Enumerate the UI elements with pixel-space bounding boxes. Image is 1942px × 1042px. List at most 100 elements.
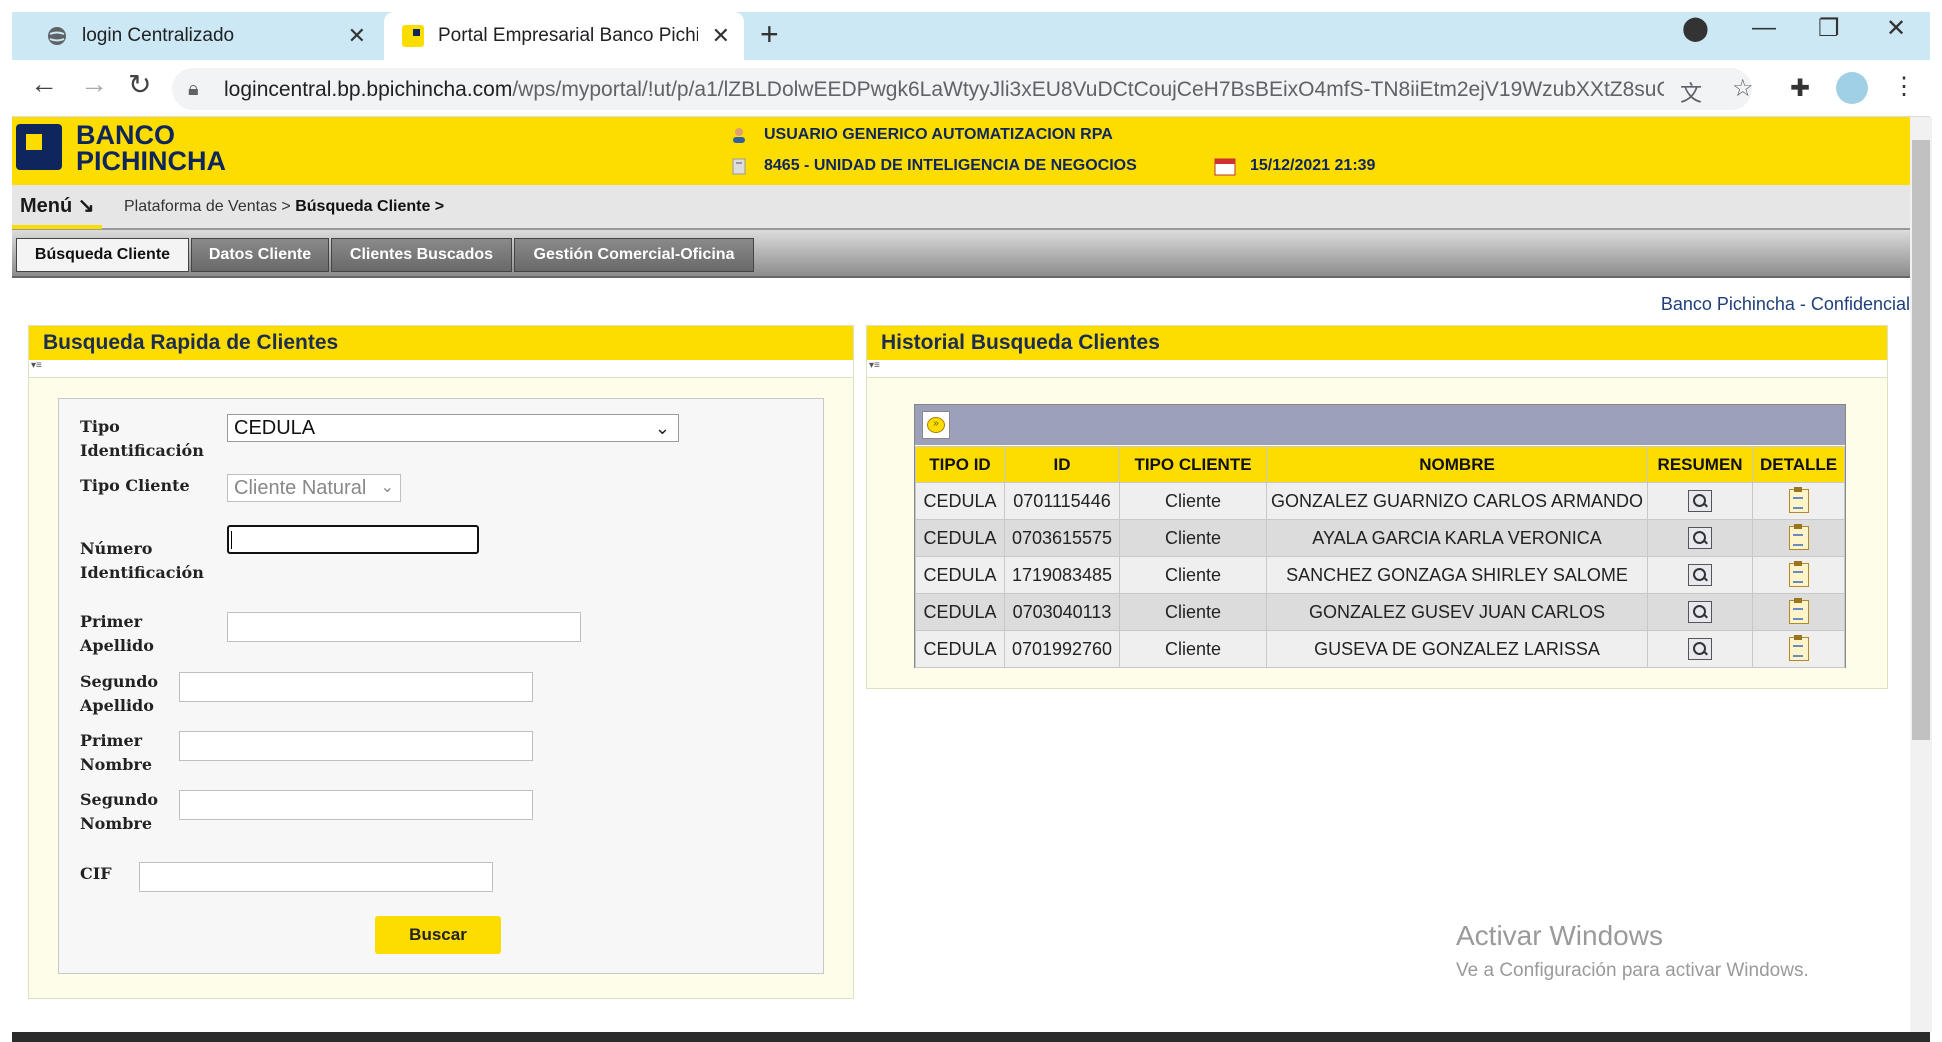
cell-tipo-cliente: Cliente <box>1119 630 1267 668</box>
url-text[interactable]: logincentral.bp.bpichincha.com/wps/mypor… <box>224 78 1664 102</box>
col-detalle: DETALLE <box>1752 446 1845 483</box>
session-datetime: 15/12/2021 21:39 <box>1250 157 1376 174</box>
bank-logo-text: BANCO PICHINCHA <box>76 120 227 176</box>
history-table-toolbar <box>915 405 1845 445</box>
magnifier-icon[interactable] <box>1688 490 1713 513</box>
col-tipo-id: TIPO ID <box>915 446 1005 483</box>
office-icon <box>732 158 746 175</box>
cell-nombre: AYALA GARCIA KARLA VERONICA <box>1265 519 1649 557</box>
buscar-button[interactable]: Buscar <box>375 916 501 954</box>
cell-resumen <box>1647 593 1754 631</box>
globe-icon <box>48 27 66 45</box>
tipo-identificacion-label: Tipo Identificación <box>80 417 204 460</box>
lock-icon[interactable]: 🔒︎ <box>188 78 199 101</box>
segundo-apellido-input[interactable] <box>179 672 533 702</box>
primer-apellido-label: Primer Apellido <box>80 612 154 655</box>
clipboard-icon[interactable] <box>1788 635 1809 661</box>
cif-label: CIF <box>80 864 112 883</box>
bank-logo-icon <box>16 124 62 170</box>
expand-icon[interactable]: » <box>922 411 950 439</box>
minimize-button[interactable]: — <box>1752 14 1776 42</box>
close-window-button[interactable]: ✕ <box>1886 14 1906 43</box>
clipboard-icon[interactable] <box>1788 561 1809 587</box>
magnifier-icon[interactable] <box>1688 527 1713 550</box>
bookmark-star-icon[interactable]: ☆ <box>1732 74 1754 103</box>
cif-input[interactable] <box>139 862 493 892</box>
taskbar <box>12 1032 1930 1042</box>
scrollbar-thumb[interactable] <box>1912 140 1930 740</box>
tab-gestion-comercial[interactable]: Gestión Comercial-Oficina <box>514 238 754 272</box>
collapse-toggle-icon[interactable]: ▾≡ <box>29 360 853 378</box>
breadcrumb: Plataforma de Ventas > Búsqueda Cliente … <box>124 198 445 215</box>
clipboard-icon[interactable] <box>1788 524 1809 550</box>
tipo-cliente-select: Cliente Natural ⌄ <box>227 474 401 502</box>
col-tipo-cliente: TIPO CLIENTE <box>1119 446 1267 483</box>
table-header-row: TIPO ID ID TIPO CLIENTE NOMBRE RESUMEN D… <box>915 446 1845 483</box>
close-tab-icon[interactable]: ✕ <box>712 23 730 49</box>
cell-tipo-cliente: Cliente <box>1119 556 1267 594</box>
profile-avatar-icon[interactable] <box>1836 72 1868 104</box>
back-icon[interactable]: ← <box>30 68 58 100</box>
new-tab-button[interactable]: + <box>760 16 779 53</box>
table-row: CEDULA 0703615575 Cliente AYALA GARCIA K… <box>915 519 1845 557</box>
tab-datos-cliente[interactable]: Datos Cliente <box>191 238 329 272</box>
cell-resumen <box>1647 482 1754 520</box>
primer-nombre-input[interactable] <box>179 731 533 761</box>
magnifier-icon[interactable] <box>1688 638 1713 661</box>
cell-detalle <box>1752 630 1845 668</box>
table-row: CEDULA 0701115446 Cliente GONZALEZ GUARN… <box>915 482 1845 520</box>
cell-id: 0701115446 <box>1004 482 1120 520</box>
office-unit: 8465 - UNIDAD DE INTELIGENCIA DE NEGOCIO… <box>764 157 1137 174</box>
cell-nombre: SANCHEZ GONZAGA SHIRLEY SALOME <box>1265 556 1649 594</box>
history-panel-title: Historial Busqueda Clientes <box>867 326 1887 360</box>
collapse-toggle-icon[interactable]: ▾≡ <box>867 360 1887 378</box>
cell-id: 0701992760 <box>1004 630 1120 668</box>
magnifier-icon[interactable] <box>1688 601 1713 624</box>
reload-icon[interactable]: ↻ <box>128 68 151 101</box>
restore-button[interactable]: ❐ <box>1818 14 1840 43</box>
primer-apellido-input[interactable] <box>227 612 581 642</box>
cell-id: 0703615575 <box>1004 519 1120 557</box>
cell-tipo-id: CEDULA <box>915 482 1005 520</box>
numero-identificacion-label: Número Identificación <box>80 539 204 582</box>
clipboard-icon[interactable] <box>1788 598 1809 624</box>
confidential-label: Banco Pichincha - Confidencial <box>1660 294 1910 314</box>
close-tab-icon[interactable]: ✕ <box>348 23 366 49</box>
user-icon <box>733 128 745 143</box>
cell-detalle <box>1752 593 1845 631</box>
browser-tab-portal[interactable]: Portal Empresarial Banco Pichincha ✕ <box>384 12 744 60</box>
cell-nombre: GUSEVA DE GONZALEZ LARISSA <box>1265 630 1649 668</box>
segundo-nombre-label: Segundo Nombre <box>80 790 159 833</box>
col-nombre: NOMBRE <box>1265 446 1649 483</box>
cell-id: 0703040113 <box>1004 593 1120 631</box>
cell-tipo-id: CEDULA <box>915 593 1005 631</box>
table-row: CEDULA 0701992760 Cliente GUSEVA DE GONZ… <box>915 630 1845 668</box>
cell-nombre: GONZALEZ GUSEV JUAN CARLOS <box>1265 593 1649 631</box>
segundo-nombre-input[interactable] <box>179 790 533 820</box>
tab-busqueda-cliente[interactable]: Búsqueda Cliente <box>16 238 189 272</box>
tab-title: Portal Empresarial Banco Pichincha <box>438 25 698 46</box>
cell-id: 1719083485 <box>1004 556 1120 594</box>
segundo-apellido-label: Segundo Apellido <box>80 672 159 715</box>
forward-icon[interactable]: → <box>80 68 108 100</box>
cell-detalle <box>1752 482 1845 520</box>
kebab-menu-icon[interactable]: ⋮ <box>1892 72 1916 101</box>
numero-identificacion-input[interactable] <box>227 525 479 554</box>
activation-watermark-title: Activar Windows <box>1456 920 1663 951</box>
browser-tab-login[interactable]: login Centralizado ✕ <box>28 12 380 60</box>
col-resumen: RESUMEN <box>1647 446 1754 483</box>
cell-tipo-cliente: Cliente <box>1119 519 1267 557</box>
cell-resumen <box>1647 630 1754 668</box>
tab-search-icon[interactable]: ⬤ <box>1682 14 1709 43</box>
clipboard-icon[interactable] <box>1788 487 1809 513</box>
tab-clientes-buscados[interactable]: Clientes Buscados <box>331 238 512 272</box>
cell-resumen <box>1647 519 1754 557</box>
menu-button[interactable]: Menú ↘ <box>12 193 102 229</box>
tipo-identificacion-select[interactable]: CEDULA ⌄ <box>227 414 679 442</box>
translate-icon[interactable]: 文 <box>1680 76 1702 108</box>
cell-tipo-cliente: Cliente <box>1119 482 1267 520</box>
magnifier-icon[interactable] <box>1688 564 1713 587</box>
extensions-icon[interactable]: ✚ <box>1790 74 1810 103</box>
col-id: ID <box>1004 446 1120 483</box>
table-row: CEDULA 1719083485 Cliente SANCHEZ GONZAG… <box>915 556 1845 594</box>
